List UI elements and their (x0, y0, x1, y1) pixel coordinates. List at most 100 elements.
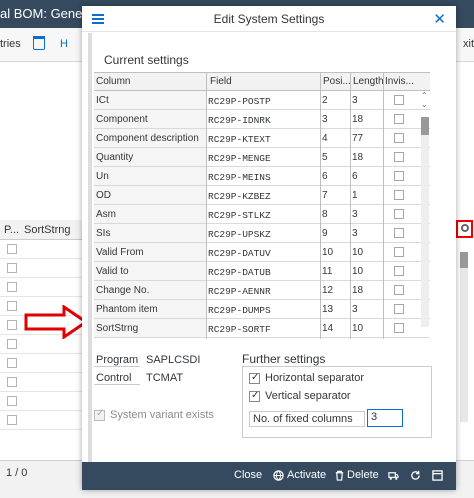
position-cell[interactable]: 14 (322, 323, 352, 334)
position-cell[interactable]: 12 (322, 285, 352, 296)
gear-icon (461, 224, 469, 232)
table-row[interactable]: Asm RC29P-STLKZ 8 3 (94, 205, 430, 224)
table-row[interactable] (0, 259, 90, 278)
background-scrollbar[interactable] (460, 252, 468, 422)
table-row[interactable] (0, 354, 90, 373)
invisible-checkbox[interactable] (394, 114, 404, 124)
table-row[interactable] (0, 278, 90, 297)
position-cell[interactable]: 4 (322, 133, 352, 144)
row-checkbox[interactable] (7, 320, 17, 330)
position-cell[interactable]: 8 (322, 209, 352, 220)
table-row[interactable]: ICt RC29P-POSTP 2 3 (94, 91, 430, 110)
invisible-checkbox[interactable] (394, 209, 404, 219)
table-row[interactable] (0, 240, 90, 259)
table-row[interactable]: SortStrng RC29P-SORTF 14 10 (94, 319, 430, 338)
header-length[interactable]: Length (353, 76, 384, 87)
position-cell[interactable]: 9 (322, 228, 352, 239)
check-icon: ✓ (251, 372, 260, 383)
close-icon[interactable]: ✕ (433, 10, 446, 28)
fixed-columns-input[interactable]: 3 (367, 409, 403, 427)
vertical-separator-checkbox[interactable]: ✓ (249, 390, 260, 402)
row-checkbox[interactable] (7, 282, 17, 292)
position-cell[interactable]: 6 (322, 171, 352, 182)
window-icon[interactable] (432, 470, 443, 481)
position-cell[interactable]: 2 (322, 95, 352, 106)
position-cell[interactable]: 10 (322, 247, 352, 258)
position-cell[interactable]: 3 (322, 114, 352, 125)
position-cell[interactable]: 11 (322, 266, 352, 277)
background-toolbar-entries[interactable]: tries (0, 38, 21, 50)
invisible-checkbox[interactable] (394, 247, 404, 257)
settings-table: Column Field Posi... Length Invis... ICt… (94, 72, 430, 339)
table-row[interactable]: Valid to RC29P-DATUB 11 10 (94, 262, 430, 281)
column-cell: Component (96, 114, 148, 125)
settings-gear-button[interactable] (456, 220, 473, 238)
column-separator (206, 73, 207, 339)
activate-button[interactable]: Activate (287, 469, 326, 481)
table-row[interactable] (0, 373, 90, 392)
horizontal-separator-label: Horizontal separator (265, 372, 365, 384)
row-checkbox[interactable] (7, 263, 17, 273)
row-checkbox[interactable] (7, 377, 17, 387)
header-field[interactable]: Field (210, 76, 232, 87)
scrollbar-track[interactable] (421, 117, 429, 327)
invisible-checkbox[interactable] (394, 228, 404, 238)
header-invisible[interactable]: Invis... (385, 76, 419, 87)
program-value: SAPLCSDI (146, 354, 201, 366)
scroll-up-icon[interactable]: ⌃ (421, 91, 428, 100)
scroll-down-small-icon[interactable]: ⌄ (421, 100, 428, 109)
row-checkbox[interactable] (7, 339, 17, 349)
table-row[interactable]: OD RC29P-KZBEZ 7 1 (94, 186, 430, 205)
table-row[interactable]: Phantom item RC29P-DUMPS 13 3 (94, 300, 430, 319)
row-checkbox[interactable] (7, 301, 17, 311)
table-row[interactable]: Quantity RC29P-MENGE 5 18 (94, 148, 430, 167)
table-scrollbar[interactable]: ⌃ ⌄ (420, 91, 430, 339)
column-separator (320, 73, 321, 339)
invisible-checkbox[interactable] (394, 171, 404, 181)
invisible-checkbox[interactable] (394, 285, 404, 295)
close-button[interactable]: Close (234, 469, 262, 481)
row-checkbox[interactable] (7, 358, 17, 368)
table-row[interactable]: SIs RC29P-UPSKZ 9 3 (94, 224, 430, 243)
scrollbar-thumb[interactable] (460, 252, 468, 268)
invisible-checkbox[interactable] (394, 133, 404, 143)
scrollbar-thumb[interactable] (421, 117, 429, 135)
header-position[interactable]: Posi... (323, 76, 351, 87)
delete-button[interactable]: Delete (347, 469, 379, 481)
invisible-checkbox[interactable] (394, 190, 404, 200)
table-row[interactable]: Component RC29P-IDNRK 3 18 (94, 110, 430, 129)
table-row[interactable]: Un RC29P-MEINS 6 6 (94, 167, 430, 186)
transport-icon[interactable] (388, 470, 399, 481)
invisible-checkbox[interactable] (394, 304, 404, 314)
background-toolbar-h[interactable]: H (60, 38, 68, 50)
field-cell: RC29P-DATUV (208, 248, 271, 259)
table-row[interactable]: Valid From RC29P-DATUV 10 10 (94, 243, 430, 262)
disabled-checkbox: ✓ (94, 408, 105, 421)
position-cell[interactable]: 5 (322, 152, 352, 163)
row-checkbox[interactable] (7, 396, 17, 406)
position-cell[interactable]: 7 (322, 190, 352, 201)
refresh-icon[interactable] (410, 470, 421, 481)
position-cell[interactable]: 13 (322, 304, 352, 315)
invisible-checkbox[interactable] (394, 95, 404, 105)
table-row[interactable] (0, 411, 90, 430)
row-checkbox[interactable] (7, 415, 17, 425)
field-cell: RC29P-SORTF (208, 324, 271, 335)
trash-icon[interactable] (33, 36, 45, 50)
background-toolbar-exit[interactable]: xit (463, 38, 474, 50)
horizontal-separator-checkbox[interactable]: ✓ (249, 372, 260, 384)
edit-system-settings-dialog: Edit System Settings ✕ Current settings … (82, 6, 456, 490)
column-cell: Asm (96, 209, 116, 220)
field-cell: RC29P-AENNR (208, 286, 271, 297)
invisible-checkbox[interactable] (394, 266, 404, 276)
invisible-checkbox[interactable] (394, 152, 404, 162)
table-row[interactable]: Change No. RC29P-AENNR 12 18 (94, 281, 430, 300)
row-checkbox[interactable] (7, 244, 17, 254)
field-cell: RC29P-IDNRK (208, 115, 271, 126)
invisible-checkbox[interactable] (394, 323, 404, 333)
column-separator (383, 73, 384, 339)
header-column[interactable]: Column (96, 76, 130, 87)
dialog-scroll-indicator[interactable] (88, 33, 92, 463)
table-row[interactable] (0, 392, 90, 411)
table-row[interactable]: Component description RC29P-KTEXT 4 77 (94, 129, 430, 148)
